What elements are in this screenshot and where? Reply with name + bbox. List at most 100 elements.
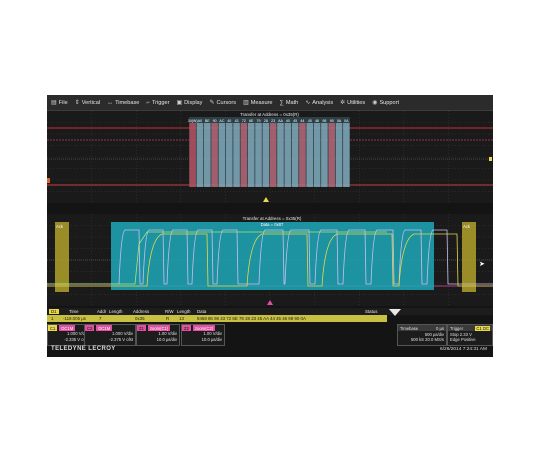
menu-label: Analysis xyxy=(312,99,334,106)
decode-byte-label: 40 xyxy=(286,119,290,123)
channel-tag: C1 xyxy=(48,325,58,331)
decode-byte-bar[interactable] xyxy=(211,123,218,187)
decode-byte-bar[interactable] xyxy=(284,123,292,187)
hdr-addr: Addr xyxy=(97,309,107,314)
analysis-icon: ∿ xyxy=(305,100,311,106)
lower-zoom-grid[interactable]: Ack Ack Transfer at Address = 0x35(R) Da… xyxy=(47,214,493,306)
cursors-icon: ✎ xyxy=(209,100,215,106)
cursor-arrow-icon[interactable]: ➤ xyxy=(479,261,485,268)
decode-byte-bar[interactable] xyxy=(196,123,204,187)
menu-analysis[interactable]: ∿ Analysis xyxy=(305,99,334,107)
decode-byte-bar[interactable] xyxy=(306,123,314,187)
decode-byte-bar[interactable] xyxy=(343,123,350,187)
channel-box-c2[interactable]: C2 DC1M 1.000 V/div -2.375 V ofst xyxy=(84,324,136,346)
menu-support[interactable]: ◉ Support xyxy=(372,99,399,107)
menu-file[interactable]: ▤ File xyxy=(51,99,68,107)
decode-table-row[interactable]: 1 -119.005 µs 7 0x35 R 13 9468 86 98 43 … xyxy=(47,315,387,322)
menu-bar: ▤ File ⇕ Vertical ↔ Timebase ⌐ Trigger ▣ Display ✎… xyxy=(47,95,493,111)
decode-byte-label: 45 xyxy=(293,119,297,123)
ack-block-right xyxy=(462,222,476,292)
decode-byte-label: 44 xyxy=(300,119,304,123)
trigger-line-2: Edge Positive xyxy=(450,337,476,342)
menu-label: Timebase xyxy=(115,99,140,106)
hdr-length-2: Length xyxy=(177,309,191,314)
trigger-marker-right[interactable] xyxy=(489,157,492,161)
decode-byte-bar[interactable] xyxy=(204,123,211,187)
trigger-box[interactable]: Trigger C1 DC Stop 2.33 V Edge Positive xyxy=(447,324,493,346)
menu-math[interactable]: ∑ Math xyxy=(280,100,299,106)
decode-byte-label: 0A xyxy=(337,119,342,123)
hdr-data: Data xyxy=(197,309,207,314)
decode-byte-bar[interactable] xyxy=(291,123,299,187)
file-icon: ▤ xyxy=(51,100,57,106)
datetime-stamp: 6/26/2014 7:24:31 AM xyxy=(440,347,487,352)
decode-byte-bar[interactable] xyxy=(247,123,255,187)
table-collapse-arrow[interactable] xyxy=(389,309,401,316)
timebase-value: 0 µs xyxy=(436,325,444,331)
hdr-time: Time xyxy=(69,309,79,314)
hdr-address: Address xyxy=(133,309,150,314)
decode-byte-bar[interactable] xyxy=(255,123,262,187)
menu-label: Math xyxy=(285,99,299,106)
decode-byte-bar[interactable] xyxy=(233,123,240,187)
decode-byte-bar[interactable] xyxy=(299,123,306,187)
menu-vertical[interactable]: ⇕ Vertical xyxy=(75,99,100,107)
decode-byte-bar[interactable] xyxy=(335,123,343,187)
row-addr: 7 xyxy=(99,316,102,321)
channel-tag: Z2 xyxy=(182,325,191,331)
decode-byte-bar[interactable] xyxy=(328,123,335,187)
utilities-icon: ✲ xyxy=(340,100,346,106)
timebase-box[interactable]: Timebase 0 µs 500 µs/div 500 kS 20.0 MS/… xyxy=(397,324,447,346)
decode-byte-bar[interactable] xyxy=(262,123,270,187)
channel-descriptors: C1 DC1M 1.000 V/div -2.335 V ofst C2 DC1M 1.00… xyxy=(47,324,227,346)
support-icon: ◉ xyxy=(372,100,378,106)
row-rw: R xyxy=(166,316,170,321)
decode-byte-bar[interactable] xyxy=(321,123,328,187)
decode-byte-label: 98 xyxy=(322,119,326,123)
menu-cursors[interactable]: ✎ Cursors xyxy=(209,99,236,107)
decode-byte-bar[interactable] xyxy=(269,123,277,187)
display-icon: ▣ xyxy=(176,100,183,106)
menu-display[interactable]: ▣ Display xyxy=(176,99,203,107)
lower-decode-title: Transfer at Address = 0x35(R) xyxy=(243,216,302,221)
row-address: 0x35 xyxy=(135,316,145,321)
brand-logo: TELEDYNE LECROY xyxy=(51,346,116,352)
decode-byte-label: A0 xyxy=(198,119,202,123)
menu-label: Display xyxy=(184,99,203,106)
decode-byte-label: 43 xyxy=(235,119,239,123)
menu-measure[interactable]: ▥ Measure xyxy=(243,99,272,107)
menu-label: File xyxy=(58,99,68,106)
decode-byte-label: 90 xyxy=(213,119,217,123)
channel-box-z2[interactable]: Z2 zoom(C2) 1.00 V/div 10.0 µs/div xyxy=(181,324,225,346)
upper-decode-title: Transfer at Address = 0x35(R) xyxy=(240,112,299,117)
channel-line: 10.0 µs/div xyxy=(201,337,222,342)
decode-byte-bar[interactable] xyxy=(218,123,226,187)
hdr-rw: R/W xyxy=(165,309,174,314)
decode-byte-bar[interactable] xyxy=(225,123,233,187)
decode-byte-label: 72 xyxy=(242,119,246,123)
oscilloscope-window: ▤ File ⇕ Vertical ↔ Timebase ⌐ Trigger ▣ Display ✎… xyxy=(47,95,493,357)
decode-byte-label: 46 xyxy=(315,119,319,123)
ack-block-left xyxy=(55,222,69,292)
channel-box-z1[interactable]: Z1 zoom(C1) 1.00 V/div 10.0 µs/div xyxy=(136,324,180,346)
decode-byte-bar[interactable] xyxy=(189,123,196,187)
decode-byte-bar[interactable] xyxy=(277,123,284,187)
menu-utilities[interactable]: ✲ Utilities xyxy=(340,99,365,107)
decode-byte-bar[interactable] xyxy=(313,123,321,187)
decode-byte-bar[interactable] xyxy=(240,123,248,187)
decode-byte-label: 45 xyxy=(308,119,312,123)
channel-mode: DC1M xyxy=(96,325,113,331)
hdr-d1: D1 xyxy=(49,309,59,314)
menu-trigger[interactable]: ⌐ Trigger xyxy=(146,100,169,106)
row-index: 1 xyxy=(51,316,54,321)
decode-byte-label: 90 xyxy=(330,119,334,123)
menu-timebase[interactable]: ↔ Timebase xyxy=(107,100,139,106)
lower-data-label: Data = 0x87 xyxy=(261,222,284,227)
math-icon: ∑ xyxy=(279,99,284,106)
trigger-label: Trigger xyxy=(450,325,464,331)
trigger-marker-left[interactable] xyxy=(47,178,50,183)
channel-line: 10.0 µs/div xyxy=(156,337,177,342)
upper-waveform-grid[interactable]: Transfer at Address = 0x35(R)34(W) A0 BE 90… xyxy=(47,111,493,203)
channel-tag: Z1 xyxy=(137,325,146,331)
trigger-icon: ⌐ xyxy=(146,99,150,106)
